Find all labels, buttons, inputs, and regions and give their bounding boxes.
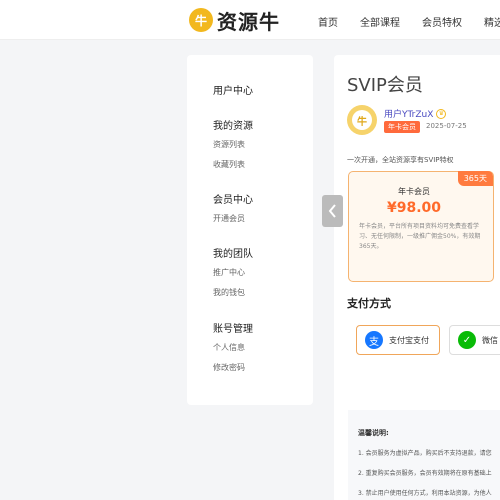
collapse-handle[interactable] [322, 195, 343, 227]
wechat-label: 微信 [482, 335, 498, 345]
sidebar-item-change-password[interactable]: 修改密码 [213, 362, 245, 373]
chevron-left-icon [328, 204, 336, 218]
sidebar-item-favorites[interactable]: 收藏列表 [213, 159, 245, 170]
avatar-logo-icon: 牛 [352, 110, 372, 130]
notice-line: 2. 重复购买会员服务，会员有效期将在原有基础上 [358, 470, 492, 477]
vip-crown-icon: ♛ [436, 108, 447, 119]
avatar[interactable]: 牛 [347, 105, 377, 135]
vip-panel: SVIP会员 牛 用户YTrZuX ♛ 年卡会员 2025-07-25 一次开通… [334, 55, 500, 500]
sidebar-group-account: 账号管理 [213, 324, 253, 335]
member-type-badge: 年卡会员 [384, 121, 420, 133]
payment-title: 支付方式 [347, 297, 391, 310]
plan-price: ¥98.00 [386, 200, 442, 216]
sidebar-group-my-team: 我的团队 [213, 249, 253, 260]
expiry-date: 2025-07-25 [426, 122, 467, 130]
plan-card-annual[interactable]: 365天 年卡会员 ¥98.00 年卡会员，平台所有项目资料均可免费查看学习、无… [348, 171, 494, 282]
sidebar-group-vip-center: 会员中心 [213, 195, 253, 206]
vip-description: 一次开通，全站资源享有SVIP特权 [347, 156, 454, 164]
sidebar-item-resource-list[interactable]: 资源列表 [213, 139, 245, 150]
top-header: 牛 资源牛 首页 全部课程 会员特权 精选文 [0, 0, 500, 40]
main-nav: 首页 全部课程 会员特权 精选文 [318, 14, 500, 29]
sidebar-item-profile[interactable]: 个人信息 [213, 342, 245, 353]
logo-icon: 牛 [189, 8, 213, 32]
sidebar-item-wallet[interactable]: 我的钱包 [213, 287, 245, 298]
nav-featured[interactable]: 精选文 [484, 14, 500, 29]
notice-line: 1. 会员服务为虚拟产品，购买后不支持退款，请您 [358, 450, 492, 457]
nav-vip-privileges[interactable]: 会员特权 [422, 14, 462, 29]
wechat-icon: ✓ [458, 331, 476, 349]
sidebar-group-user-center[interactable]: 用户中心 [213, 82, 253, 97]
site-logo[interactable]: 牛 资源牛 [189, 7, 280, 34]
notice-line: 3. 禁止用户使用任何方式，利用本站资源，为他人 [358, 490, 492, 497]
sidebar-item-open-vip[interactable]: 开通会员 [213, 213, 245, 224]
nav-home[interactable]: 首页 [318, 14, 338, 29]
sidebar-group-my-resources: 我的资源 [213, 121, 253, 132]
notice-title: 温馨说明: [358, 429, 389, 437]
wechat-pay-button[interactable]: ✓ 微信 [449, 325, 500, 355]
alipay-icon: 支 [365, 331, 383, 349]
notice-box: 温馨说明: 1. 会员服务为虚拟产品，购买后不支持退款，请您 2. 重复购买会员… [348, 410, 500, 500]
logo-text: 资源牛 [217, 9, 280, 34]
sidebar-item-promotion[interactable]: 推广中心 [213, 267, 245, 278]
plan-name: 年卡会员 [398, 187, 430, 196]
alipay-button[interactable]: 支 支付宝支付 [356, 325, 440, 355]
sidebar: 用户中心 我的资源 资源列表 收藏列表 会员中心 开通会员 我的团队 推广中心 … [187, 55, 313, 405]
username: 用户YTrZuX ♛ [384, 107, 447, 120]
nav-all-courses[interactable]: 全部课程 [360, 14, 400, 29]
plan-description: 年卡会员，平台所有项目资料均可免费查看学习、无任何限制，一级推广佣金50%，有效… [359, 223, 481, 250]
username-text: 用户YTrZuX [384, 110, 434, 120]
page-title: SVIP会员 [347, 75, 423, 96]
plan-duration-badge: 365天 [457, 171, 493, 186]
alipay-label: 支付宝支付 [389, 335, 429, 345]
